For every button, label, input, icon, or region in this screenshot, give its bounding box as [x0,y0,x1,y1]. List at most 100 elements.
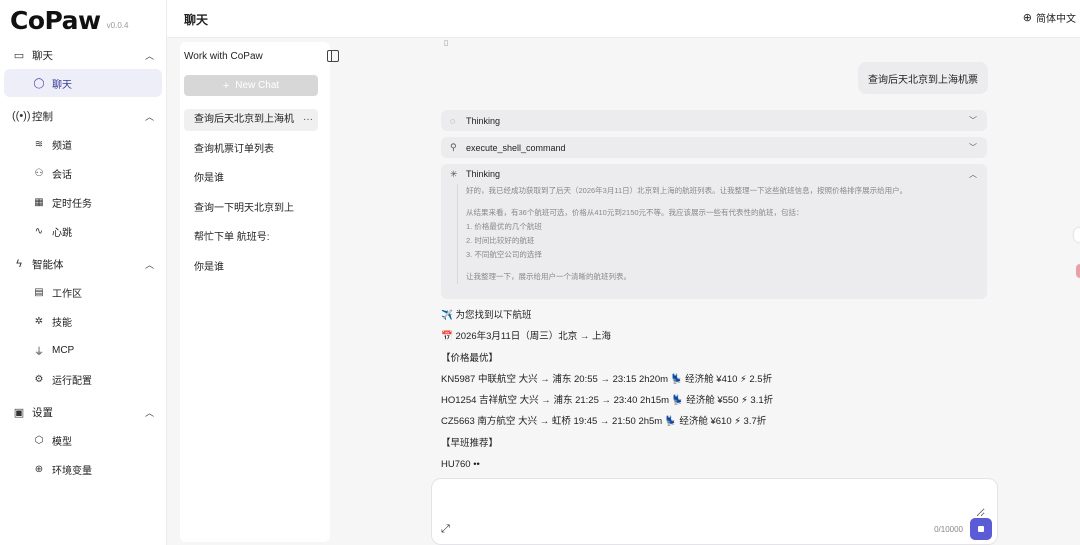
sidebar-item-sessions[interactable]: ⚇ 会话 [4,159,162,187]
session-title: 查询后天北京到上海机 [194,114,294,125]
thinking-line: 1. 价格最优的几个航班 [466,222,542,231]
sidebar-nav: ▭ 聊天 ︿ ◯ 聊天 ((•)) 控制 ︿ ≋ 频道 ⚇ 会话 ▦ 定时任务 … [0,42,166,484]
version-label: v0.0.4 [106,21,129,30]
language-switcher[interactable]: ⊕ 简体中文 [1023,10,1076,25]
sidebar-item-label: 频道 [52,140,72,152]
stop-icon [978,526,984,532]
sidebar-item-label: 心跳 [52,227,72,239]
session-item[interactable]: 查询后天北京到上海机 ··· [184,109,318,131]
sidebar-item-channels[interactable]: ≋ 频道 [4,130,162,158]
session-item[interactable]: 你是谁 [184,168,318,190]
chip-icon: ▣ [13,406,25,419]
answer-line: HU760 •• [441,459,480,471]
sidebar-item-label: MCP [52,344,75,356]
scroll-handle[interactable] [1074,228,1080,242]
stop-button[interactable] [970,518,992,540]
session-title: 查询机票订单列表 [194,143,274,155]
sidebar-item-env-vars[interactable]: ⊕ 环境变量 [4,455,162,483]
chat-list-title: Work with CoPaw [184,51,263,62]
users-icon: ⚇ [34,167,44,179]
sidebar-item-label: 工作区 [52,288,82,300]
collapse-panel-icon[interactable] [327,50,339,62]
new-chat-button[interactable]: + New Chat [184,75,318,96]
char-count: 0/10000 [934,525,963,534]
sidebar-item-heartbeat[interactable]: ∿ 心跳 [4,217,162,245]
wifi-icon: ≋ [34,138,44,150]
expand-icon[interactable]: ⤢ [441,523,450,536]
chat-main: ▯ 查询后天北京到上海机票 ◌ Thinking ﹀ ⚲ execute_she… [344,38,1080,545]
copy-icon[interactable]: ▯ [444,38,450,47]
globe-icon: ⊕ [1022,12,1032,24]
sidebar-item-scheduled-tasks[interactable]: ▦ 定时任务 [4,188,162,216]
tool-call-row[interactable]: ⚲ execute_shell_command ﹀ [441,137,987,158]
sidebar-item-label: 会话 [52,169,72,181]
sidebar-group-agent[interactable]: ϟ 智能体 ︿ [0,251,166,277]
assistant-answer: ✈️ 为您找到以下航班 📅 2026年3月11日（周三）北京 → 上海 【价格最… [441,305,1001,475]
calendar-icon: ▦ [34,196,44,208]
thinking-label: Thinking [466,169,501,179]
lightning-icon: ϟ [16,258,22,270]
chevron-up-icon: ︿ [144,259,154,270]
plus-icon: + [222,79,230,92]
sidebar-group-label: 设置 [32,406,53,419]
sidebar-item-mcp[interactable]: ⏚ MCP [4,336,162,364]
new-chat-label: New Chat [235,80,280,91]
sidebar-group-control[interactable]: ((•)) 控制 ︿ [0,103,166,129]
thinking-line: 让我整理一下，展示给用户一个清晰的航班列表。 [466,272,631,281]
sparkles-icon: ✲ [34,315,44,327]
sidebar-item-run-config[interactable]: ⚙ 运行配置 [4,365,162,393]
briefcase-icon: ▤ [34,286,44,298]
answer-line: KN5987 中联航空 大兴 → 浦东 20:55 → 23:15 2h20m … [441,373,773,385]
answer-line: 📅 2026年3月11日（周三）北京 → 上海 [441,331,612,343]
answer-line: 【价格最优】 [441,352,499,364]
pulse-icon: ∿ [34,225,44,237]
chat-icon: ▭ [13,49,25,62]
chevron-up-icon: ︿ [144,407,154,418]
tool-row-label: execute_shell_command [466,142,566,153]
answer-line: 【早班推荐】 [441,437,499,449]
spinner-icon: ✳ [450,168,458,179]
sidebar-item-skills[interactable]: ✲ 技能 [4,307,162,335]
chevron-up-icon: ︿ [144,50,154,61]
sidebar-group-label: 智能体 [32,258,64,271]
thinking-expanded: ✳ Thinking ︿ 好的，我已经成功获取到了后天（2026年3月11日）北… [441,164,987,299]
sidebar-item-models[interactable]: ⬡ 模型 [4,426,162,454]
answer-line: ✈️ 为您找到以下航班 [441,310,532,321]
thinking-content: 好的，我已经成功获取到了后天（2026年3月11日）北京到上海的航班列表。让我整… [457,184,977,284]
sidebar-item-workspace[interactable]: ▤ 工作区 [4,278,162,306]
chevron-down-icon: ﹀ [969,116,977,125]
chat-bubble-icon: ◯ [33,77,45,89]
thinking-line: 3. 不同航空公司的选择 [466,250,542,259]
session-item[interactable]: 查询机票订单列表 [184,139,318,161]
thinking-line: 好的，我已经成功获取到了后天（2026年3月11日）北京到上海的航班列表。让我整… [466,186,908,195]
thinking-header[interactable]: ✳ Thinking ︿ [441,164,987,184]
tool-row-label: Thinking [466,115,501,126]
thinking-line: 从结果来看，有36个航班可选，价格从410元到2150元不等。我应该展示一些有代… [466,208,804,217]
message-input[interactable] [444,487,985,517]
sidebar-group-label: 聊天 [32,49,53,62]
globe-icon: ⊕ [34,463,44,475]
floating-badge[interactable] [1076,264,1080,278]
session-list: 查询后天北京到上海机 ··· 查询机票订单列表 你是谁 查询一下明天北京到上 帮… [184,109,318,286]
user-message: 查询后天北京到上海机票 [858,62,988,94]
sidebar: CoPaw v0.0.4 ▭ 聊天 ︿ ◯ 聊天 ((•)) 控制 ︿ ≋ 频道… [0,0,167,545]
page-title: 聊天 [184,13,209,27]
sidebar-group-chat[interactable]: ▭ 聊天 ︿ [0,42,166,68]
session-title: 查询一下明天北京到上 [194,202,294,214]
sidebar-item-label: 运行配置 [52,375,92,387]
thinking-collapsed[interactable]: ◌ Thinking ﹀ [441,110,987,131]
more-icon[interactable]: ··· [303,109,313,131]
sidebar-item-label: 聊天 [52,79,72,91]
logo-text: CoPaw [10,6,101,35]
session-title: 你是谁 [194,261,224,273]
sidebar-item-chat[interactable]: ◯ 聊天 [4,69,162,97]
session-item[interactable]: 查询一下明天北京到上 [184,198,318,220]
sidebar-group-settings[interactable]: ▣ 设置 ︿ [0,399,166,425]
logo: CoPaw v0.0.4 [10,6,128,36]
chevron-down-icon: ﹀ [969,143,977,152]
session-item[interactable]: 帮忙下单 航班号: [184,227,318,249]
session-item[interactable]: 你是谁 [184,257,318,279]
top-header: 聊天 ⊕ 简体中文 [167,0,1080,38]
message-composer: ⤢ 0/10000 [431,478,998,545]
